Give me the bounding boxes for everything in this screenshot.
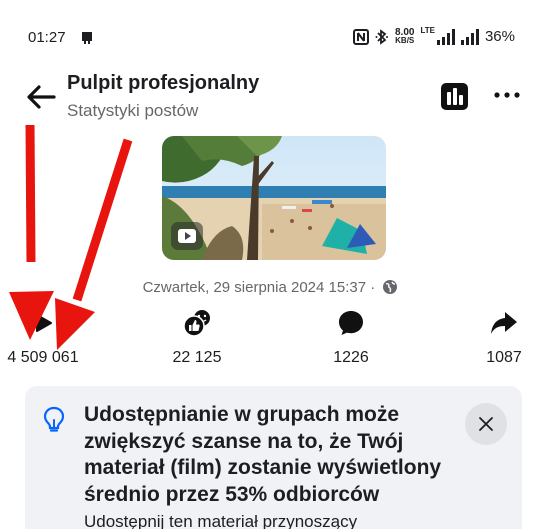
- stat-comments: 1226: [296, 307, 406, 367]
- page-title: Pulpit profesjonalny: [67, 72, 260, 94]
- comment-icon: [339, 311, 363, 335]
- video-badge: [171, 222, 203, 250]
- stat-reactions-value: 22 125: [172, 349, 222, 366]
- status-time: 01:27: [28, 29, 66, 46]
- tip-title: Udostępnianie w grupach może zwiększyć s…: [84, 403, 442, 506]
- page-header: Pulpit profesjonalny Statystyki postów: [0, 66, 541, 126]
- stat-plays: 4 509 061: [0, 307, 98, 367]
- bar-chart-icon: [447, 88, 463, 105]
- close-icon: [479, 417, 493, 431]
- more-options-icon[interactable]: [494, 89, 520, 101]
- signal-icon-1: [436, 28, 455, 45]
- sim-card-icon: [82, 32, 92, 44]
- network-speed-unit: KB/S: [395, 35, 415, 45]
- tip-body: Udostępnij ten materiał przynoszący: [84, 512, 358, 529]
- post-date: Czwartek, 29 sierpnia 2024 15:37 ·: [142, 279, 376, 296]
- signal-icon-2: [460, 28, 479, 45]
- globe-icon: [383, 280, 398, 294]
- network-speed: 8.00 KB/S: [395, 27, 415, 45]
- stat-comments-value: 1226: [333, 349, 369, 366]
- reactions-icon: [183, 310, 210, 337]
- page-subtitle: Statystyki postów: [67, 101, 199, 120]
- lightbulb-icon: [43, 406, 65, 432]
- post-date-line: Czwartek, 29 sierpnia 2024 15:37 ·: [0, 279, 541, 296]
- back-arrow-icon[interactable]: [25, 84, 57, 110]
- play-icon: [36, 314, 52, 332]
- stat-reactions: 22 125: [142, 307, 252, 367]
- stat-shares-value: 1087: [486, 349, 522, 366]
- stat-plays-value: 4 509 061: [7, 349, 79, 366]
- video-thumbnail[interactable]: [162, 136, 386, 260]
- network-type: LTE: [420, 26, 435, 35]
- status-bar: 01:27 8.00 KB/S LTE 36%: [0, 0, 541, 76]
- video-play-icon: [178, 229, 196, 243]
- close-tip-button[interactable]: [465, 403, 507, 445]
- share-icon: [491, 312, 517, 334]
- group-sharing-tip-card: Udostępnianie w grupach może zwiększyć s…: [25, 386, 522, 529]
- stat-shares: 1087: [449, 307, 541, 367]
- nfc-icon: [352, 28, 369, 45]
- battery-level: 36%: [484, 28, 515, 45]
- insights-chart-button[interactable]: [441, 83, 468, 110]
- bluetooth-icon: [375, 28, 388, 45]
